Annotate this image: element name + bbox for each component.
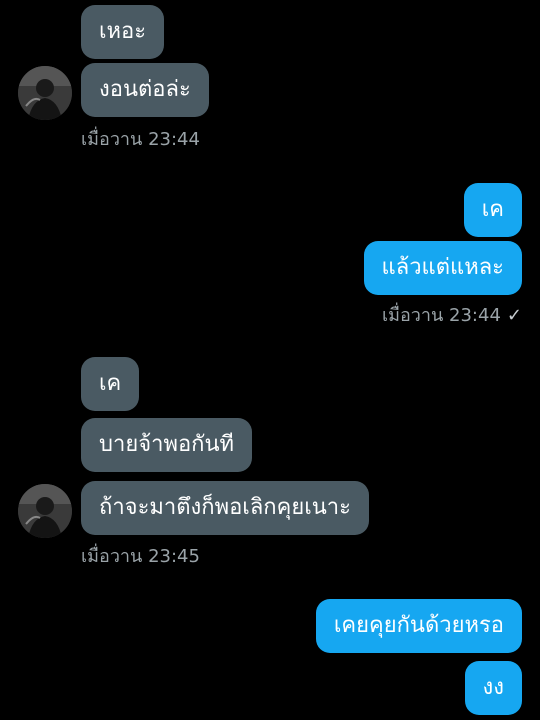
contact-avatar[interactable] bbox=[18, 66, 72, 120]
avatar-photo-icon bbox=[18, 484, 72, 538]
incoming-message[interactable]: งอนต่อล่ะ bbox=[81, 63, 209, 117]
message-timestamp: เมื่อวาน 23:45 bbox=[81, 546, 200, 567]
outgoing-message[interactable]: แล้วแต่แหละ bbox=[363, 241, 522, 295]
incoming-message[interactable]: เหอะ bbox=[81, 5, 165, 59]
outgoing-message[interactable]: เคยคุยกันด้วยหรอ bbox=[315, 599, 522, 653]
message-timestamp: เมื่อวาน 23:44 bbox=[81, 129, 200, 150]
incoming-message[interactable]: บายจ้าพอกันที bbox=[81, 418, 253, 472]
contact-avatar[interactable] bbox=[18, 484, 72, 538]
message-timestamp: เมื่อวาน 23:44 ✓ bbox=[382, 305, 522, 327]
outgoing-message[interactable]: เค bbox=[463, 183, 522, 237]
incoming-message[interactable]: ถ้าจะมาตึงก็พอเลิกคุยเนาะ bbox=[81, 481, 369, 535]
check-icon: ✓ bbox=[506, 305, 522, 326]
timestamp-text: เมื่อวาน 23:44 bbox=[381, 305, 501, 326]
avatar-photo-icon bbox=[18, 66, 72, 120]
outgoing-message[interactable]: งง bbox=[464, 661, 522, 715]
incoming-message[interactable]: เค bbox=[81, 357, 140, 411]
